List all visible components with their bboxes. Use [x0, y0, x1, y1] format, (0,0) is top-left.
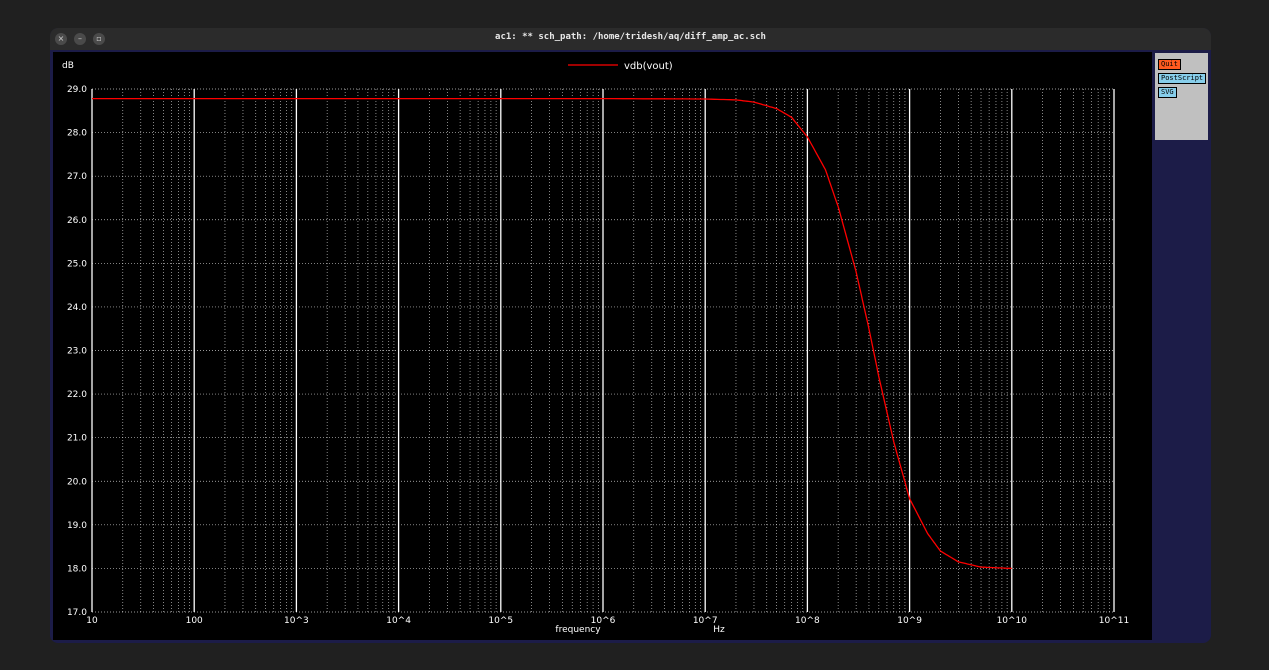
y-tick-label: 25.0 — [67, 259, 87, 269]
chart-tick-labels: 17.0 18.0 19.0 20.0 21.0 22.0 23.0 24.0 25.0 26.0… — [67, 85, 1129, 626]
x-tick-label: 10 — [86, 616, 98, 626]
x-tick-label: 10^10 — [997, 616, 1028, 626]
legend-label: vdb(vout) — [624, 61, 673, 72]
chart-svg: 17.0 18.0 19.0 20.0 21.0 22.0 23.0 24.0 25.0 26.0… — [62, 61, 1129, 635]
y-tick-label: 29.0 — [67, 85, 87, 95]
window-title: ac1: ** sch_path: /home/tridesh/aq/diff_… — [495, 32, 766, 42]
chart-grid — [91, 88, 1115, 613]
y-tick-label: 22.0 — [67, 390, 87, 400]
title-bar: × – ▫ ac1: ** sch_path: /home/tridesh/aq… — [50, 28, 1211, 50]
x-tick-label: 10^4 — [386, 616, 411, 626]
x-tick-label: 10^5 — [488, 616, 513, 626]
postscript-button[interactable]: PostScript — [1158, 73, 1207, 84]
y-tick-label: 20.0 — [67, 477, 87, 487]
x-tick-label: 10^8 — [795, 616, 820, 626]
chart-legend: vdb(vout) — [568, 61, 673, 72]
trace-vdb-vout — [92, 97, 1012, 570]
plot-area[interactable]: 17.0 18.0 19.0 20.0 21.0 22.0 23.0 24.0 25.0 26.0… — [53, 52, 1152, 640]
y-tick-label: 27.0 — [67, 172, 87, 182]
plot-window: × – ▫ ac1: ** sch_path: /home/tridesh/aq… — [50, 28, 1211, 643]
svg-button[interactable]: SVG — [1158, 87, 1177, 98]
x-axis-unit: Hz — [713, 625, 725, 635]
side-panel: Quit PostScript SVG — [1155, 53, 1208, 140]
quit-button[interactable]: Quit — [1158, 59, 1181, 70]
y-tick-label: 26.0 — [67, 216, 87, 226]
x-axis-label: frequency — [555, 625, 601, 635]
x-tick-label: 10^3 — [284, 616, 309, 626]
y-tick-label: 18.0 — [67, 564, 87, 574]
chart-series — [92, 97, 1012, 570]
y-tick-label: 19.0 — [67, 521, 87, 531]
y-tick-label: 24.0 — [67, 303, 87, 313]
y-axis-label: dB — [62, 61, 74, 71]
y-tick-label: 23.0 — [67, 347, 87, 357]
x-tick-label: 10^11 — [1099, 616, 1129, 626]
x-tick-label: 10^9 — [897, 616, 922, 626]
x-tick-label: 100 — [186, 616, 203, 626]
y-tick-label: 21.0 — [67, 434, 87, 444]
y-tick-label: 17.0 — [67, 608, 87, 618]
y-tick-label: 28.0 — [67, 129, 87, 139]
